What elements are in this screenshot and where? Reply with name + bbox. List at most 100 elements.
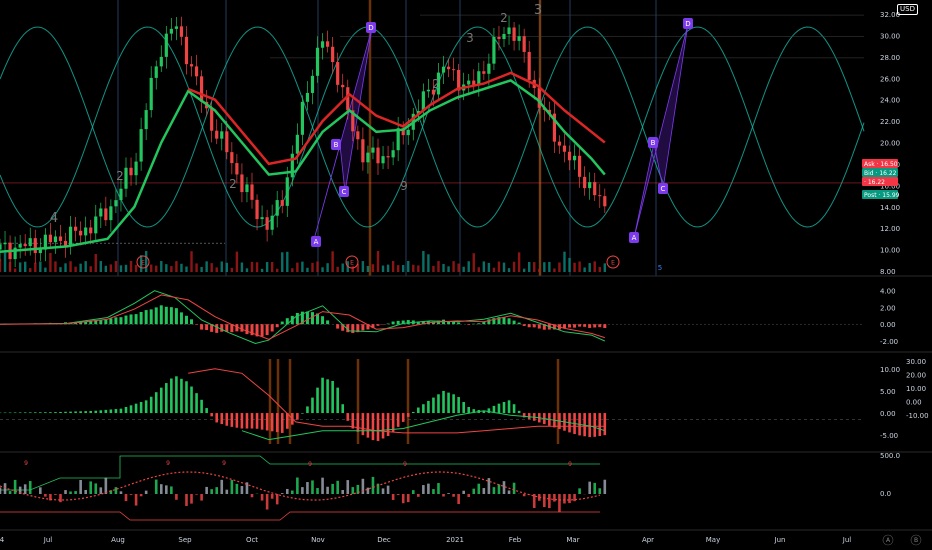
oscillator-bar (79, 411, 82, 414)
oscillator-bar (134, 403, 138, 414)
macd-histogram-bar (159, 305, 163, 325)
candle-body (285, 177, 289, 206)
signal-bar (205, 486, 208, 494)
signal-bar (532, 494, 536, 509)
volume-bar (336, 266, 339, 272)
volume-bar (265, 262, 269, 272)
signal-bar (411, 490, 415, 494)
pattern-point-label: C (661, 185, 666, 193)
macd-histogram-bar (149, 309, 153, 325)
signal-bar (588, 481, 591, 494)
oscillator-bar (59, 411, 62, 414)
volume-bar (321, 267, 324, 272)
candle-body (189, 64, 194, 67)
wave-label: 2 (432, 77, 440, 91)
candle-body (361, 139, 365, 163)
volume-bar (603, 263, 606, 272)
volume-bar (568, 257, 571, 272)
candle-body (512, 27, 516, 41)
time-tick: 2021 (446, 536, 464, 544)
oscillator-bar (381, 413, 385, 439)
quote-label: Ask · 16.50 (864, 161, 898, 168)
candle-body (48, 234, 52, 243)
signal-label: 9 (166, 460, 170, 467)
oscillator-bar (205, 408, 208, 414)
candle-body (270, 215, 274, 230)
volume-bar (39, 261, 42, 272)
volume-bar (462, 266, 465, 272)
oscillator-bar (144, 400, 148, 414)
volume-bar (407, 261, 410, 272)
signal-tick: 500.0 (880, 452, 900, 460)
macd-histogram-bar (270, 324, 274, 332)
signal-bar (59, 494, 62, 503)
volume-bar (155, 265, 158, 272)
volume-bar (180, 263, 183, 272)
macd-histogram-bar (139, 311, 143, 325)
volume-bar (245, 268, 249, 272)
volume-bar (104, 265, 108, 272)
oscillator-bar (447, 392, 450, 414)
signal-bar (406, 494, 410, 503)
signal-bar (275, 494, 279, 505)
signal-bar (129, 494, 133, 495)
volume-bar (230, 267, 234, 272)
volume-bar (286, 251, 289, 272)
candle-body (99, 208, 103, 217)
signal-bar (99, 487, 103, 494)
candle-body (3, 242, 7, 245)
oscillator-bar (44, 412, 47, 414)
oscillator-bar (326, 379, 329, 414)
time-tick: Apr (642, 536, 654, 544)
signal-bar (291, 490, 294, 494)
candle-body (452, 69, 456, 71)
macd-histogram-bar (351, 324, 355, 333)
volume-bar (291, 268, 294, 272)
currency-badge: USD (897, 4, 918, 15)
signal-bar (447, 493, 450, 494)
oscillator-bar (507, 400, 511, 414)
macd-histogram-bar (225, 324, 229, 332)
signal-bar (477, 483, 481, 494)
signal-bar (386, 485, 390, 494)
macd-histogram-bar (336, 324, 340, 329)
oscillator-bar (265, 413, 269, 431)
oscillator-bar (437, 394, 440, 414)
candle-body (154, 66, 158, 78)
oscillator-bar (280, 413, 284, 433)
candle-body (250, 184, 254, 200)
oscillator-bar (442, 390, 445, 414)
macd-histogram-bar (144, 310, 148, 325)
candle-body (119, 188, 123, 201)
candle-body (210, 108, 214, 131)
oscillator-bar (104, 409, 108, 414)
oscillator-bar (321, 377, 324, 414)
signal-label: 9 (24, 460, 28, 467)
signal-bar (230, 480, 234, 494)
candle-body (295, 134, 299, 154)
pattern-point-label: B (651, 139, 656, 147)
oscillator-bar (311, 397, 314, 414)
macd-histogram-bar (275, 324, 279, 328)
oscillator-bar (316, 387, 319, 414)
oscillator-bar (452, 394, 455, 414)
oscillator-bar (341, 404, 345, 414)
time-tick: Jun (774, 536, 786, 544)
volume-bar (381, 265, 385, 272)
candle-body (482, 71, 486, 74)
macd-histogram-bar (260, 324, 264, 337)
volume-bar (13, 268, 17, 272)
signal-bar (195, 494, 198, 495)
signal-bar (598, 488, 602, 494)
oscillator-bar (124, 406, 128, 414)
volume-bar (250, 261, 254, 272)
macd-histogram-bar (452, 321, 456, 325)
moving-average-red (187, 71, 606, 166)
oscillator-bar (18, 412, 22, 414)
signal-bar (215, 487, 219, 494)
candle-body (79, 230, 83, 236)
volume-bar (260, 268, 264, 272)
price-tick: 20.00 (880, 140, 900, 148)
volume-bar (18, 262, 22, 272)
candle-body (290, 153, 294, 178)
